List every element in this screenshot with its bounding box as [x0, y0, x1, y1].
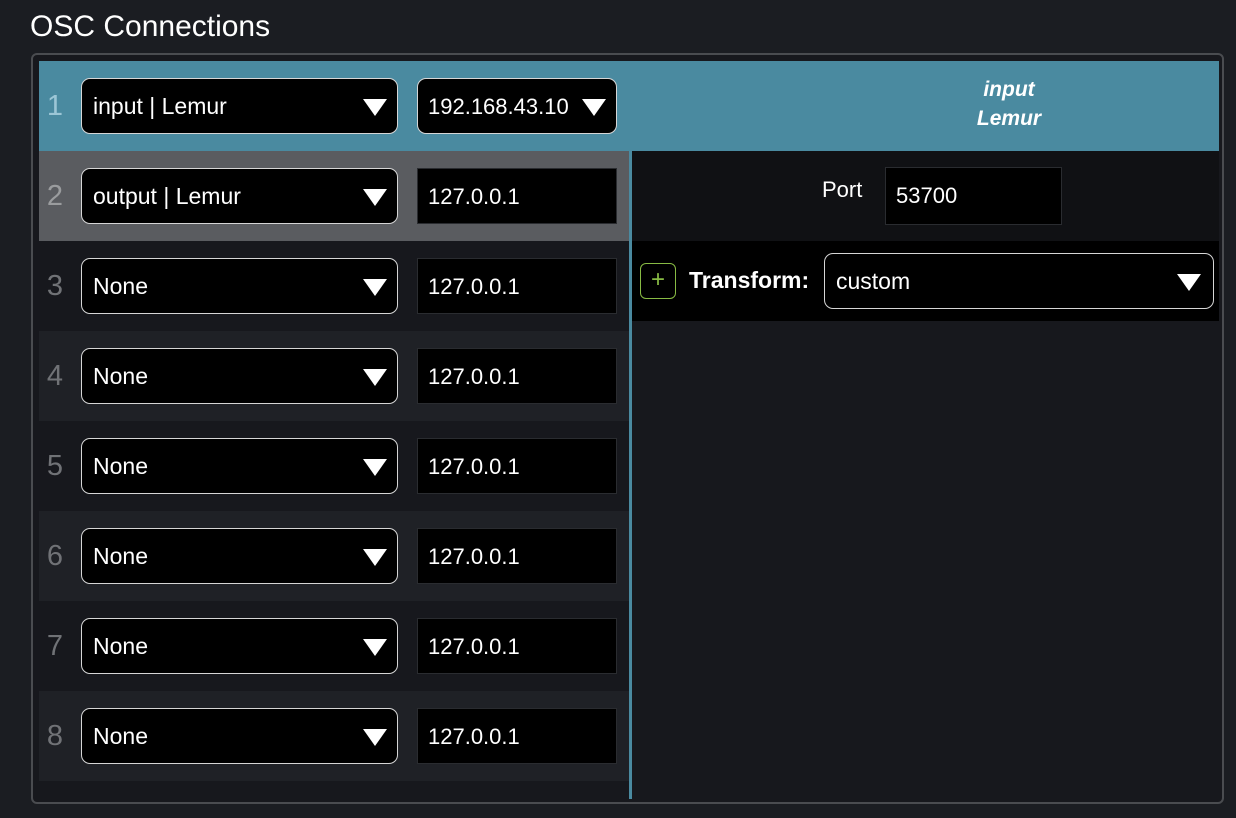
ip-input-value: 127.0.0.1: [428, 724, 520, 749]
ip-input[interactable]: 127.0.0.1: [417, 708, 617, 764]
port-label: Port: [822, 177, 863, 202]
ip-input[interactable]: 127.0.0.1: [417, 348, 617, 404]
row-number: 4: [46, 360, 64, 392]
caret-down-icon: [363, 729, 387, 746]
caret-down-icon: [1177, 274, 1201, 291]
connection-row-2[interactable]: 2 output | Lemur 127.0.0.1: [39, 151, 629, 241]
ip-input-value: 127.0.0.1: [428, 634, 520, 659]
ip-input[interactable]: 127.0.0.1: [417, 618, 617, 674]
caret-down-icon: [363, 189, 387, 206]
device-dropdown[interactable]: None: [81, 438, 398, 494]
device-dropdown[interactable]: None: [81, 618, 398, 674]
device-dropdown-value: None: [93, 363, 148, 389]
port-input[interactable]: 53700: [885, 167, 1062, 225]
row-number: 1: [46, 90, 64, 122]
ip-input-value: 127.0.0.1: [428, 184, 520, 209]
ip-input[interactable]: 127.0.0.1: [417, 528, 617, 584]
device-dropdown-value: input | Lemur: [93, 93, 227, 119]
add-transform-button[interactable]: +: [640, 263, 676, 299]
device-dropdown[interactable]: None: [81, 258, 398, 314]
row-number: 5: [46, 450, 64, 482]
transform-dropdown-value: custom: [836, 268, 911, 294]
ip-dropdown[interactable]: 192.168.43.10: [417, 78, 617, 134]
ip-input-value: 127.0.0.1: [428, 274, 520, 299]
connection-row-1[interactable]: 1 input | Lemur 192.168.43.10 input Lemu…: [39, 61, 1219, 151]
device-dropdown-value: None: [93, 543, 148, 569]
caret-down-icon: [363, 369, 387, 386]
connection-row-6[interactable]: 6 None 127.0.0.1: [39, 511, 629, 601]
ip-input[interactable]: 127.0.0.1: [417, 258, 617, 314]
device-dropdown-value: None: [93, 453, 148, 479]
caret-down-icon: [363, 99, 387, 116]
ip-input-value: 127.0.0.1: [428, 544, 520, 569]
selected-connection-device: Lemur: [976, 107, 1042, 130]
ip-input-value: 127.0.0.1: [428, 364, 520, 389]
device-dropdown-value: output | Lemur: [93, 183, 241, 209]
transform-label: Transform:: [689, 267, 810, 293]
device-dropdown-value: None: [93, 723, 148, 749]
ip-dropdown-value: 192.168.43.10: [428, 94, 569, 119]
port-input-value: 53700: [896, 183, 958, 208]
ip-input-value: 127.0.0.1: [428, 454, 520, 479]
row-number: 3: [46, 270, 64, 302]
row-number: 7: [46, 630, 64, 662]
row-number: 8: [46, 720, 64, 752]
caret-down-icon: [363, 549, 387, 566]
connection-row-7[interactable]: 7 None 127.0.0.1: [39, 601, 629, 691]
device-dropdown[interactable]: None: [81, 528, 398, 584]
caret-down-icon: [363, 639, 387, 656]
caret-down-icon: [363, 459, 387, 476]
device-dropdown[interactable]: None: [81, 348, 398, 404]
caret-down-icon: [582, 99, 606, 116]
port-panel: Port 53700: [632, 151, 1219, 241]
device-dropdown[interactable]: None: [81, 708, 398, 764]
row-number: 2: [46, 180, 64, 212]
selected-connection-label: input Lemur: [879, 75, 1139, 133]
device-dropdown[interactable]: input | Lemur: [81, 78, 398, 134]
connection-row-5[interactable]: 5 None 127.0.0.1: [39, 421, 629, 511]
connection-row-4[interactable]: 4 None 127.0.0.1: [39, 331, 629, 421]
caret-down-icon: [363, 279, 387, 296]
plus-icon: +: [650, 266, 665, 293]
device-dropdown-value: None: [93, 273, 148, 299]
transform-panel: + Transform: custom: [632, 241, 1219, 321]
ip-input[interactable]: 127.0.0.1: [417, 168, 617, 224]
connection-row-8[interactable]: 8 None 127.0.0.1: [39, 691, 629, 781]
device-dropdown[interactable]: output | Lemur: [81, 168, 398, 224]
ip-input[interactable]: 127.0.0.1: [417, 438, 617, 494]
connection-row-3[interactable]: 3 None 127.0.0.1: [39, 241, 629, 331]
row-number: 6: [46, 540, 64, 572]
device-dropdown-value: None: [93, 633, 148, 659]
transform-dropdown[interactable]: custom: [824, 253, 1214, 309]
page-title: OSC Connections: [30, 10, 271, 43]
selected-connection-direction: input: [983, 78, 1035, 101]
